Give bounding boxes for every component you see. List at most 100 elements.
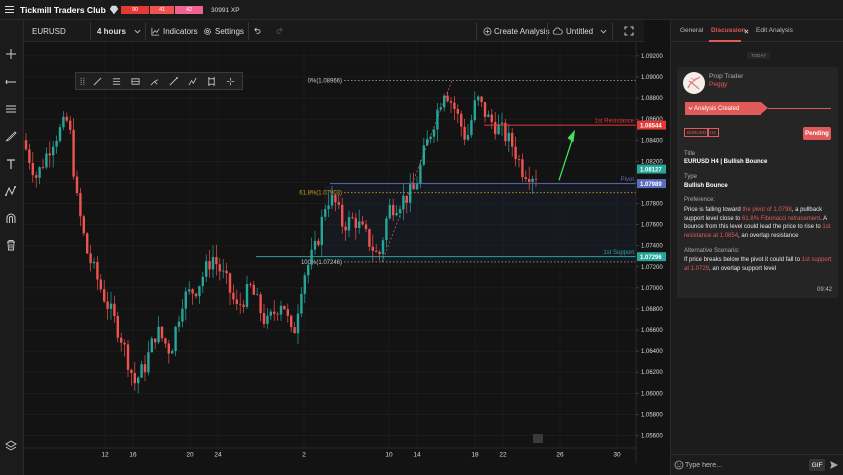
interval-select[interactable]: 4 hours <box>97 20 145 42</box>
emoji-icon[interactable] <box>674 460 684 470</box>
undo-button[interactable] <box>252 20 266 42</box>
layers-icon[interactable] <box>3 438 19 454</box>
cloud-icon <box>552 27 563 35</box>
candle-body <box>480 96 483 102</box>
date-divider: TODAY <box>747 52 771 59</box>
message-input[interactable] <box>685 459 805 472</box>
rectangle-levels-icon[interactable] <box>126 73 145 89</box>
candle-body <box>330 194 334 206</box>
menu-icon[interactable] <box>0 0 18 20</box>
candle-body <box>337 202 340 205</box>
fib-retracement-icon[interactable] <box>107 73 126 89</box>
candle-body <box>160 326 164 339</box>
candle-body <box>334 194 337 203</box>
fullscreen-button[interactable] <box>624 20 636 42</box>
send-icon[interactable] <box>829 460 839 470</box>
candle-body <box>89 253 92 264</box>
candle-body <box>293 327 296 334</box>
time-tick-label: 2 <box>302 452 306 459</box>
chart-canvas[interactable]: 0%(1.08966)61.8%(1.07903)100%(1.07246)1s… <box>24 42 667 463</box>
candle-body <box>235 299 238 304</box>
price-tick-label: 1.07000 <box>641 286 663 292</box>
candle-body <box>517 159 521 160</box>
pitchfork-icon[interactable] <box>145 73 164 89</box>
candle-body <box>133 373 136 384</box>
candle-body <box>62 116 65 128</box>
candle-body <box>296 313 300 334</box>
candle-body <box>388 204 391 219</box>
crosshair-tool-icon[interactable] <box>3 46 19 62</box>
candle-body <box>378 251 381 255</box>
text-tool-icon[interactable] <box>3 156 19 172</box>
crosshair-icon[interactable] <box>221 73 240 89</box>
candle-body <box>75 176 79 194</box>
drawing-toolbar <box>75 72 243 90</box>
pen-tool-icon[interactable] <box>3 128 19 144</box>
candle-body <box>103 289 106 302</box>
candle-body <box>429 136 432 140</box>
candle-body <box>507 132 510 142</box>
trend-line-icon[interactable] <box>88 73 107 89</box>
xp-progress: 90 41 42 30991 XP <box>109 5 240 15</box>
candle-body <box>266 315 269 324</box>
timeframe-tag: H4 <box>707 128 719 137</box>
candle-body <box>106 301 109 309</box>
title-label: Title <box>684 151 696 157</box>
candle-body <box>177 321 181 327</box>
candle-body <box>358 221 361 228</box>
sender-name[interactable]: Peggy <box>709 81 727 88</box>
candle-body <box>426 139 429 146</box>
candle-body <box>28 149 31 164</box>
candle-body <box>514 146 517 160</box>
candle-body <box>188 289 191 292</box>
gif-button[interactable]: GIF <box>809 459 825 471</box>
trash-icon[interactable] <box>3 237 19 253</box>
price-tag-label: 1.07296 <box>640 255 662 261</box>
candle-body <box>99 279 102 290</box>
candle-body <box>239 303 242 305</box>
price-tick-label: 1.06200 <box>641 370 663 376</box>
candle-body <box>259 294 262 314</box>
top-bar: Tickmill Traders Club 90 41 42 30991 XP <box>0 0 843 20</box>
tab-edit-analysis[interactable]: Edit Analysis <box>756 27 793 34</box>
candle-body <box>181 308 184 322</box>
parallel-lines-tool-icon[interactable] <box>3 101 19 117</box>
indicators-button[interactable]: Indicators <box>151 20 198 42</box>
path-icon[interactable] <box>183 73 202 89</box>
candle-body <box>317 240 320 246</box>
magnet-icon[interactable] <box>3 210 19 226</box>
candle-body <box>398 209 402 213</box>
candle-body <box>446 95 449 102</box>
drag-handle-icon[interactable] <box>76 73 88 89</box>
candle-body <box>69 120 72 130</box>
candle-body <box>31 163 34 176</box>
candle-body <box>385 218 388 241</box>
candle-body <box>354 218 357 228</box>
candle-body <box>126 344 130 370</box>
candle-body <box>232 292 235 300</box>
create-analysis-button[interactable]: Create Analysis <box>483 20 550 42</box>
symbol-search[interactable]: EURUSD <box>32 20 90 42</box>
close-tab-icon[interactable] <box>744 29 749 34</box>
pref-text-1: Price is falling toward <box>684 207 743 213</box>
layout-select[interactable]: Untitled <box>552 20 607 42</box>
price-chart[interactable]: 0%(1.08966) 61.8%(1.07903) 100%(1.07246) 1s… <box>24 42 667 463</box>
candle-body <box>419 164 422 185</box>
candle-body <box>45 153 48 168</box>
tab-discussion[interactable]: Discussion <box>711 27 746 34</box>
candle-body <box>327 205 330 210</box>
banner-label: Analysis Created <box>694 105 740 112</box>
candle-body <box>252 284 255 295</box>
redo-button[interactable] <box>276 20 290 42</box>
ray-icon[interactable] <box>164 73 183 89</box>
tab-general[interactable]: General <box>680 27 703 34</box>
select-box-icon[interactable] <box>202 73 221 89</box>
candle-body <box>222 270 225 272</box>
settings-button[interactable]: Settings <box>203 20 244 42</box>
horizontal-line-tool-icon[interactable] <box>3 74 19 90</box>
candle-body <box>283 305 286 310</box>
candle-body <box>310 249 313 265</box>
candle-body <box>443 95 446 108</box>
pattern-tool-icon[interactable] <box>3 183 19 199</box>
alternative-text: If price breaks below the pivot it could… <box>684 256 832 273</box>
